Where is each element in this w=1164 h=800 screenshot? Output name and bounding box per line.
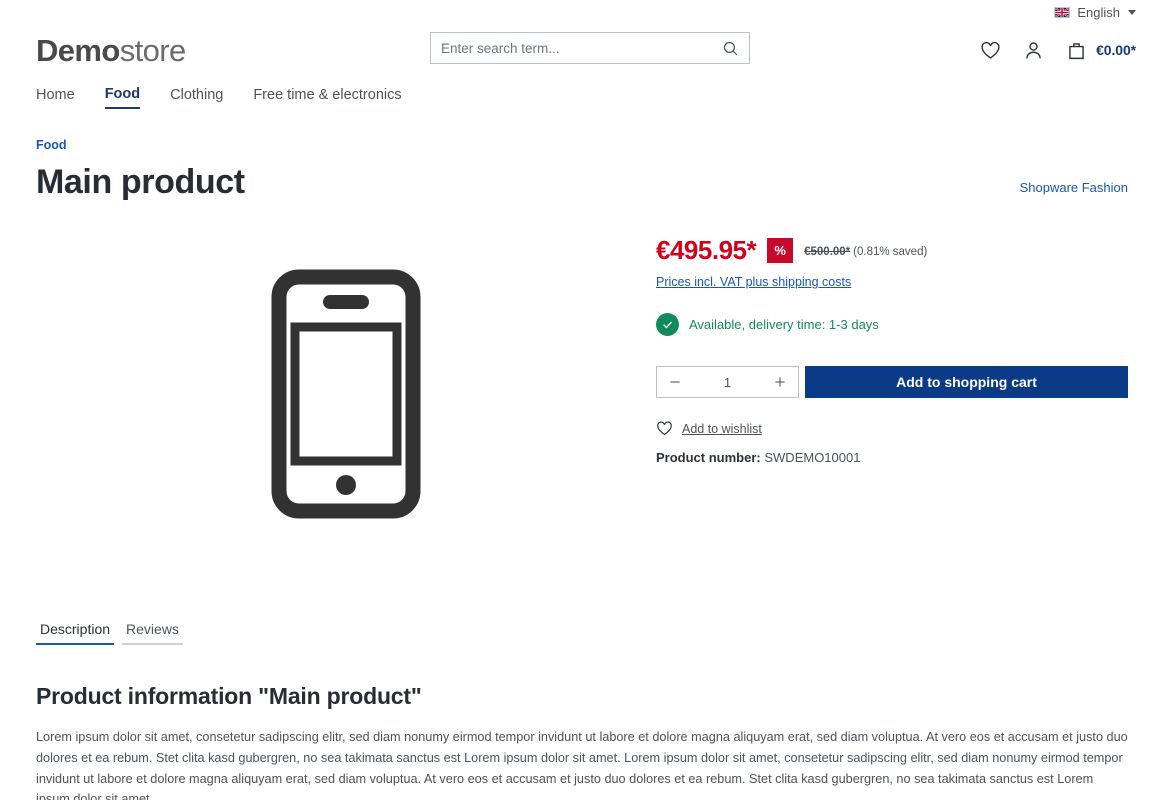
tab-reviews[interactable]: Reviews	[122, 621, 183, 646]
nav-item-free-time-electronics[interactable]: Free time & electronics	[253, 87, 401, 108]
search-button[interactable]	[711, 33, 749, 63]
availability-text: Available, delivery time: 1-3 days	[689, 317, 879, 333]
logo-bold: Demo	[36, 32, 120, 68]
add-to-cart-button[interactable]: Add to shopping cart	[805, 366, 1128, 399]
product-detail-page: English Demostore Enter search term... €…	[0, 0, 1164, 800]
product-gallery[interactable]	[36, 229, 656, 559]
heart-icon	[981, 41, 1000, 59]
logo[interactable]: Demostore	[36, 35, 186, 66]
user-icon	[1026, 41, 1041, 58]
product-title-row: Main product Shopware Fashion	[0, 154, 1164, 201]
quantity-stepper	[656, 366, 799, 399]
uk-flag-icon	[1054, 6, 1071, 18]
saved-percent: (0.81% saved)	[853, 245, 928, 258]
product-price: €495.95*	[656, 235, 757, 266]
language-label: English	[1077, 4, 1120, 20]
vat-shipping-link[interactable]: Prices incl. VAT plus shipping costs	[656, 275, 851, 289]
nav-item-clothing[interactable]: Clothing	[170, 87, 223, 108]
account-button[interactable]	[1023, 40, 1044, 61]
product-number-value: SWDEMO10001	[764, 450, 861, 466]
quantity-decrease-button[interactable]	[657, 367, 693, 397]
quantity-increase-button[interactable]	[762, 367, 798, 397]
logo-light: store	[119, 32, 187, 68]
breadcrumb: Food	[0, 112, 1164, 154]
heart-outline-icon	[657, 421, 672, 436]
top-bar: English	[0, 0, 1164, 24]
bag-icon	[1069, 42, 1084, 59]
search-container	[430, 32, 750, 64]
description-panel: Product information "Main product" Lorem…	[0, 645, 1164, 800]
search-box	[430, 32, 750, 64]
discount-badge: %	[767, 238, 794, 264]
product-tabs: Description Reviews	[36, 621, 1128, 646]
availability-row: Available, delivery time: 1-3 days	[656, 313, 1128, 337]
minus-icon	[670, 381, 680, 383]
quantity-input[interactable]	[693, 374, 762, 390]
price-row: €495.95* % €500.00* (0.81% saved)	[656, 235, 1128, 266]
product-main: €495.95* % €500.00* (0.81% saved) Prices …	[0, 201, 1164, 559]
description-heading: Product information "Main product"	[36, 683, 422, 710]
main-navigation: Home Food Clothing Free time & electroni…	[0, 76, 1164, 112]
description-body: Lorem ipsum dolor sit amet, consetetur s…	[36, 730, 1128, 800]
cart-button[interactable]: €0.00*	[1066, 40, 1136, 61]
wishlist-row[interactable]: Add to wishlist	[656, 420, 1128, 437]
plus-icon	[775, 377, 785, 388]
buy-row: Add to shopping cart	[656, 366, 1128, 399]
search-icon	[723, 41, 737, 55]
manufacturer-link[interactable]: Shopware Fashion	[1020, 180, 1128, 201]
tab-description[interactable]: Description	[36, 621, 115, 646]
nav-item-home[interactable]: Home	[36, 87, 75, 108]
product-buy-box: €495.95* % €500.00* (0.81% saved) Prices …	[656, 229, 1128, 559]
search-input[interactable]	[431, 40, 711, 56]
nav-item-food[interactable]: Food	[104, 86, 141, 109]
product-number: Product number: SWDEMO10001	[656, 450, 1128, 465]
cart-total: €0.00*	[1096, 42, 1136, 58]
breadcrumb-item-food[interactable]: Food	[36, 138, 67, 152]
wishlist-button[interactable]	[980, 40, 1001, 61]
add-to-wishlist-link[interactable]: Add to wishlist	[682, 422, 762, 436]
check-circle-icon	[656, 313, 679, 337]
smartphone-icon	[271, 269, 421, 519]
header-icons: €0.00*	[980, 40, 1136, 61]
chevron-down-icon	[1128, 9, 1136, 15]
page-title: Main product	[36, 163, 245, 201]
product-number-label: Product number:	[656, 450, 761, 466]
site-header: Demostore Enter search term... €0.00*	[0, 24, 1164, 76]
language-selector[interactable]: English	[1054, 5, 1136, 20]
list-price: €500.00*	[804, 245, 851, 258]
